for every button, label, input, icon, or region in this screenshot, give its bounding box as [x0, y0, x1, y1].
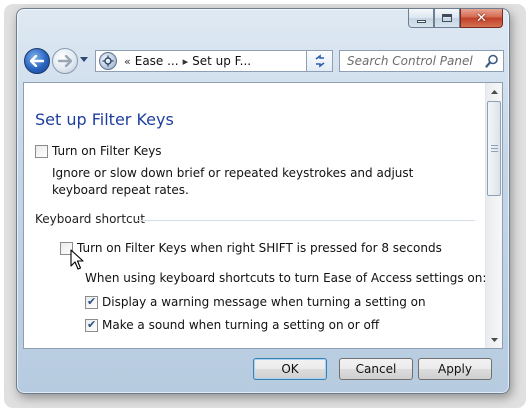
forward-button[interactable]: [52, 48, 78, 74]
scroll-down-icon: [490, 337, 498, 342]
address-overflow-chevron[interactable]: «: [124, 55, 131, 68]
group-divider: [137, 220, 475, 221]
control-panel-window: ✕ « Ease ... ▸ Set up F... Search Contro…: [16, 8, 510, 394]
cancel-button[interactable]: Cancel: [339, 358, 413, 380]
warning-message-checkbox[interactable]: [85, 295, 98, 309]
navigation-bar: « Ease ... ▸ Set up F...: [17, 45, 509, 75]
minimize-button[interactable]: [408, 9, 434, 28]
address-bar[interactable]: « Ease ... ▸ Set up F...: [95, 50, 307, 72]
shortcut-settings-subheading: When using keyboard shortcuts to turn Ea…: [85, 271, 487, 285]
back-button[interactable]: [24, 48, 50, 74]
scrollbar-thumb[interactable]: [487, 101, 501, 196]
breadcrumb-set-up-filter-keys[interactable]: Set up F...: [192, 54, 251, 68]
scroll-up-button[interactable]: [486, 83, 502, 100]
apply-button[interactable]: Apply: [418, 358, 492, 380]
sound-checkbox[interactable]: [85, 318, 98, 332]
mouse-cursor-icon: [70, 249, 84, 270]
filter-keys-description: Ignore or slow down brief or repeated ke…: [52, 166, 414, 197]
search-icon[interactable]: [485, 54, 499, 68]
refresh-icon: [315, 54, 324, 68]
page-title: Set up Filter Keys: [35, 110, 174, 129]
maximize-icon: [442, 14, 452, 22]
scrollbar-grip-icon: [490, 145, 498, 152]
filter-keys-label[interactable]: Turn on Filter Keys: [52, 144, 162, 158]
back-arrow-icon: [30, 55, 44, 67]
filter-keys-checkbox[interactable]: [35, 145, 48, 158]
warning-message-label[interactable]: Display a warning message when turning a…: [102, 295, 426, 309]
caption-buttons: ✕: [408, 9, 503, 29]
breadcrumb-ease-of-access[interactable]: Ease ...: [135, 54, 179, 68]
dialog-footer: OK Cancel Apply: [23, 349, 503, 389]
vertical-scrollbar[interactable]: [485, 83, 502, 348]
search-input[interactable]: [347, 54, 483, 68]
scroll-down-button[interactable]: [486, 331, 502, 348]
shift-shortcut-label[interactable]: Turn on Filter Keys when right SHIFT is …: [77, 241, 442, 255]
maximize-button[interactable]: [434, 9, 460, 28]
sound-label[interactable]: Make a sound when turning a setting on o…: [102, 318, 379, 332]
search-box[interactable]: [339, 50, 504, 72]
close-button[interactable]: ✕: [460, 9, 503, 28]
forward-arrow-icon: [58, 55, 72, 67]
ok-button[interactable]: OK: [253, 358, 327, 380]
recent-pages-dropdown[interactable]: [80, 57, 88, 62]
settings-content-pane: Set up Filter Keys Turn on Filter Keys I…: [23, 82, 503, 349]
scroll-up-icon: [490, 89, 498, 94]
minimize-icon: [416, 19, 426, 23]
refresh-button[interactable]: [307, 50, 333, 72]
control-panel-icon: [99, 52, 117, 70]
breadcrumb-separator-icon[interactable]: ▸: [183, 55, 189, 68]
keyboard-shortcut-heading: Keyboard shortcut: [35, 212, 145, 226]
close-icon: ✕: [476, 10, 487, 26]
